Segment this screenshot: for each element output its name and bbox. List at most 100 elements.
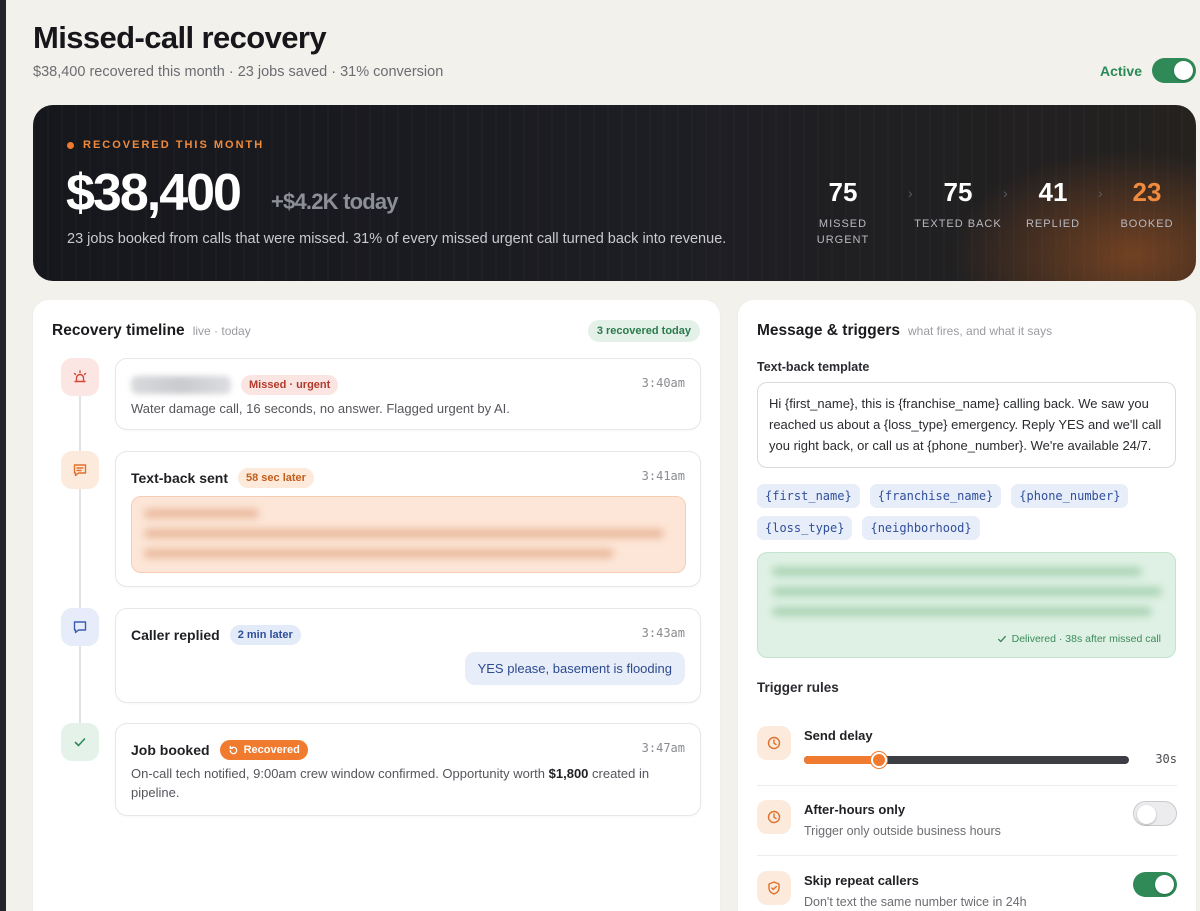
timeline-event-booked[interactable]: Job booked Recovered 3:47am On-call tech…: [115, 723, 701, 816]
redacted-line: [772, 567, 1142, 576]
recovered-badge-label: Recovered: [243, 744, 300, 756]
variable-chip-loss-type[interactable]: {loss_type}: [757, 516, 853, 540]
event-time: 3:47am: [641, 741, 685, 755]
live-dot-icon: [67, 141, 74, 149]
event-title: Caller replied: [131, 627, 220, 643]
alarm-icon: [61, 358, 99, 396]
rule-description: Trigger only outside business hours: [804, 824, 1001, 838]
message-preview: Delivered · 38s after missed call: [757, 552, 1176, 658]
timeline-title: Recovery timeline live · today: [52, 322, 251, 340]
variable-chips: {first_name} {franchise_name} {phone_num…: [757, 484, 1177, 540]
delivered-status: Delivered · 38s after missed call: [997, 633, 1161, 645]
chat-bubble-icon: [61, 608, 99, 646]
rule-title: After-hours only: [804, 802, 906, 817]
event-time: 3:43am: [641, 626, 685, 640]
redacted-line: [144, 549, 614, 558]
rule-title: Skip repeat callers: [804, 873, 919, 888]
event-header: Missed · urgent: [131, 375, 339, 395]
slider-thumb[interactable]: [871, 752, 887, 768]
left-window-edge: [0, 0, 6, 911]
event-title: Text-back sent: [131, 470, 228, 486]
textback-template-input[interactable]: Hi {first_name}, this is {franchise_name…: [757, 382, 1176, 468]
caller-name-redacted: [131, 376, 231, 394]
trigger-rules-label: Trigger rules: [757, 680, 839, 695]
redacted-line: [144, 509, 259, 518]
event-header: Job booked Recovered: [131, 740, 308, 760]
timeline-event-reply[interactable]: Caller replied 2 min later 3:43am YES pl…: [115, 608, 701, 703]
hero-amount: $38,400: [66, 164, 242, 222]
caller-reply-bubble: YES please, basement is flooding: [464, 652, 685, 685]
chevron-right-icon: ›: [908, 185, 913, 201]
variable-chip-phone-number[interactable]: {phone_number}: [1011, 484, 1129, 508]
messages-title: Message & triggers what fires, and what i…: [757, 322, 1052, 340]
funnel-value: 41: [1038, 177, 1068, 207]
timeline-event-missed[interactable]: Missed · urgent 3:40am Water damage call…: [115, 358, 701, 430]
funnel-step-missed: 75 MISSED URGENT: [803, 177, 883, 248]
hero-description: 23 jobs booked from calls that were miss…: [67, 231, 727, 247]
variable-chip-franchise-name[interactable]: {franchise_name}: [869, 484, 1002, 508]
funnel-label: BOOKED: [1120, 218, 1174, 230]
page-title: Missed-call recovery: [33, 20, 327, 55]
funnel-value: 75: [828, 177, 858, 207]
messages-subtitle: what fires, and what it says: [908, 324, 1053, 338]
funnel-step-texted: 75 TEXTED BACK: [914, 177, 1000, 232]
rule-after-hours: After-hours only Trigger only outside bu…: [757, 800, 1177, 850]
event-description: Water damage call, 16 seconds, no answer…: [131, 401, 510, 416]
chevron-right-icon: ›: [1003, 185, 1008, 201]
event-description: On-call tech notified, 9:00am crew windo…: [131, 764, 671, 802]
hero-today-delta: +$4.2K today: [271, 189, 399, 214]
funnel-label: REPLIED: [1025, 218, 1081, 230]
redacted-line: [772, 607, 1152, 616]
refresh-icon: [229, 745, 237, 754]
sent-message-redacted: [131, 496, 686, 573]
event-title: Job booked: [131, 742, 210, 758]
funnel-label: TEXTED BACK: [914, 218, 1002, 230]
active-label: Active: [1099, 62, 1142, 79]
variable-chip-first-name[interactable]: {first_name}: [757, 484, 860, 508]
event-header: Caller replied 2 min later: [131, 625, 301, 645]
delivered-text: Delivered · 38s after missed call: [1011, 633, 1161, 645]
redacted-line: [772, 587, 1162, 596]
funnel-step-replied: 41 REPLIED: [1013, 177, 1093, 232]
event-header: Text-back sent 58 sec later: [131, 468, 314, 488]
funnel-value: 23: [1132, 177, 1162, 207]
delay-badge: 58 sec later: [238, 468, 314, 488]
message-icon: [61, 451, 99, 489]
missed-urgent-badge: Missed · urgent: [241, 375, 339, 395]
divider: [757, 785, 1177, 786]
rule-send-delay: Send delay 30s: [757, 726, 1177, 776]
toggle-knob: [1174, 61, 1193, 80]
divider: [757, 855, 1177, 856]
clock-icon: [757, 726, 791, 760]
recovered-hero-card: RECOVERED THIS MONTH $38,400 +$4.2K toda…: [33, 105, 1196, 281]
funnel-label: MISSED URGENT: [816, 218, 870, 246]
timeline-event-textback[interactable]: Text-back sent 58 sec later 3:41am: [115, 451, 701, 587]
funnel-step-booked: 23 BOOKED: [1107, 177, 1187, 232]
active-toggle[interactable]: [1152, 58, 1196, 83]
delay-badge: 2 min later: [229, 625, 301, 645]
timeline-subtitle: live · today: [192, 324, 251, 338]
rule-title: Send delay: [804, 728, 873, 743]
send-delay-value: 30s: [1155, 752, 1177, 766]
skip-repeat-toggle[interactable]: [1133, 872, 1177, 897]
hero-eyebrow-label: RECOVERED THIS MONTH: [83, 139, 265, 151]
after-hours-toggle[interactable]: [1133, 801, 1177, 826]
toggle-knob: [1155, 875, 1174, 894]
check-icon: [997, 635, 1006, 643]
recovery-timeline-panel: Recovery timeline live · today 3 recovere…: [33, 300, 720, 911]
variable-chip-neighborhood[interactable]: {neighborhood}: [862, 516, 980, 540]
hero-eyebrow: RECOVERED THIS MONTH: [67, 139, 264, 151]
timeline-title-text: Recovery timeline: [52, 322, 185, 339]
toggle-knob: [1137, 805, 1156, 824]
send-delay-slider[interactable]: [804, 752, 1129, 768]
rule-description: Don't text the same number twice in 24h: [804, 895, 1027, 909]
recovered-badge: Recovered: [219, 740, 308, 760]
event-body-pre: On-call tech notified, 9:00am crew windo…: [131, 766, 549, 781]
rule-skip-repeat: Skip repeat callers Don't text the same …: [757, 871, 1177, 911]
timeline-connector: [79, 380, 81, 740]
slider-fill: [804, 756, 879, 764]
opportunity-amount: $1,800: [548, 766, 589, 781]
funnel-value: 75: [943, 177, 973, 207]
page-subtitle: $38,400 recovered this month · 23 jobs s…: [33, 64, 444, 80]
messages-title-text: Message & triggers: [757, 322, 900, 339]
